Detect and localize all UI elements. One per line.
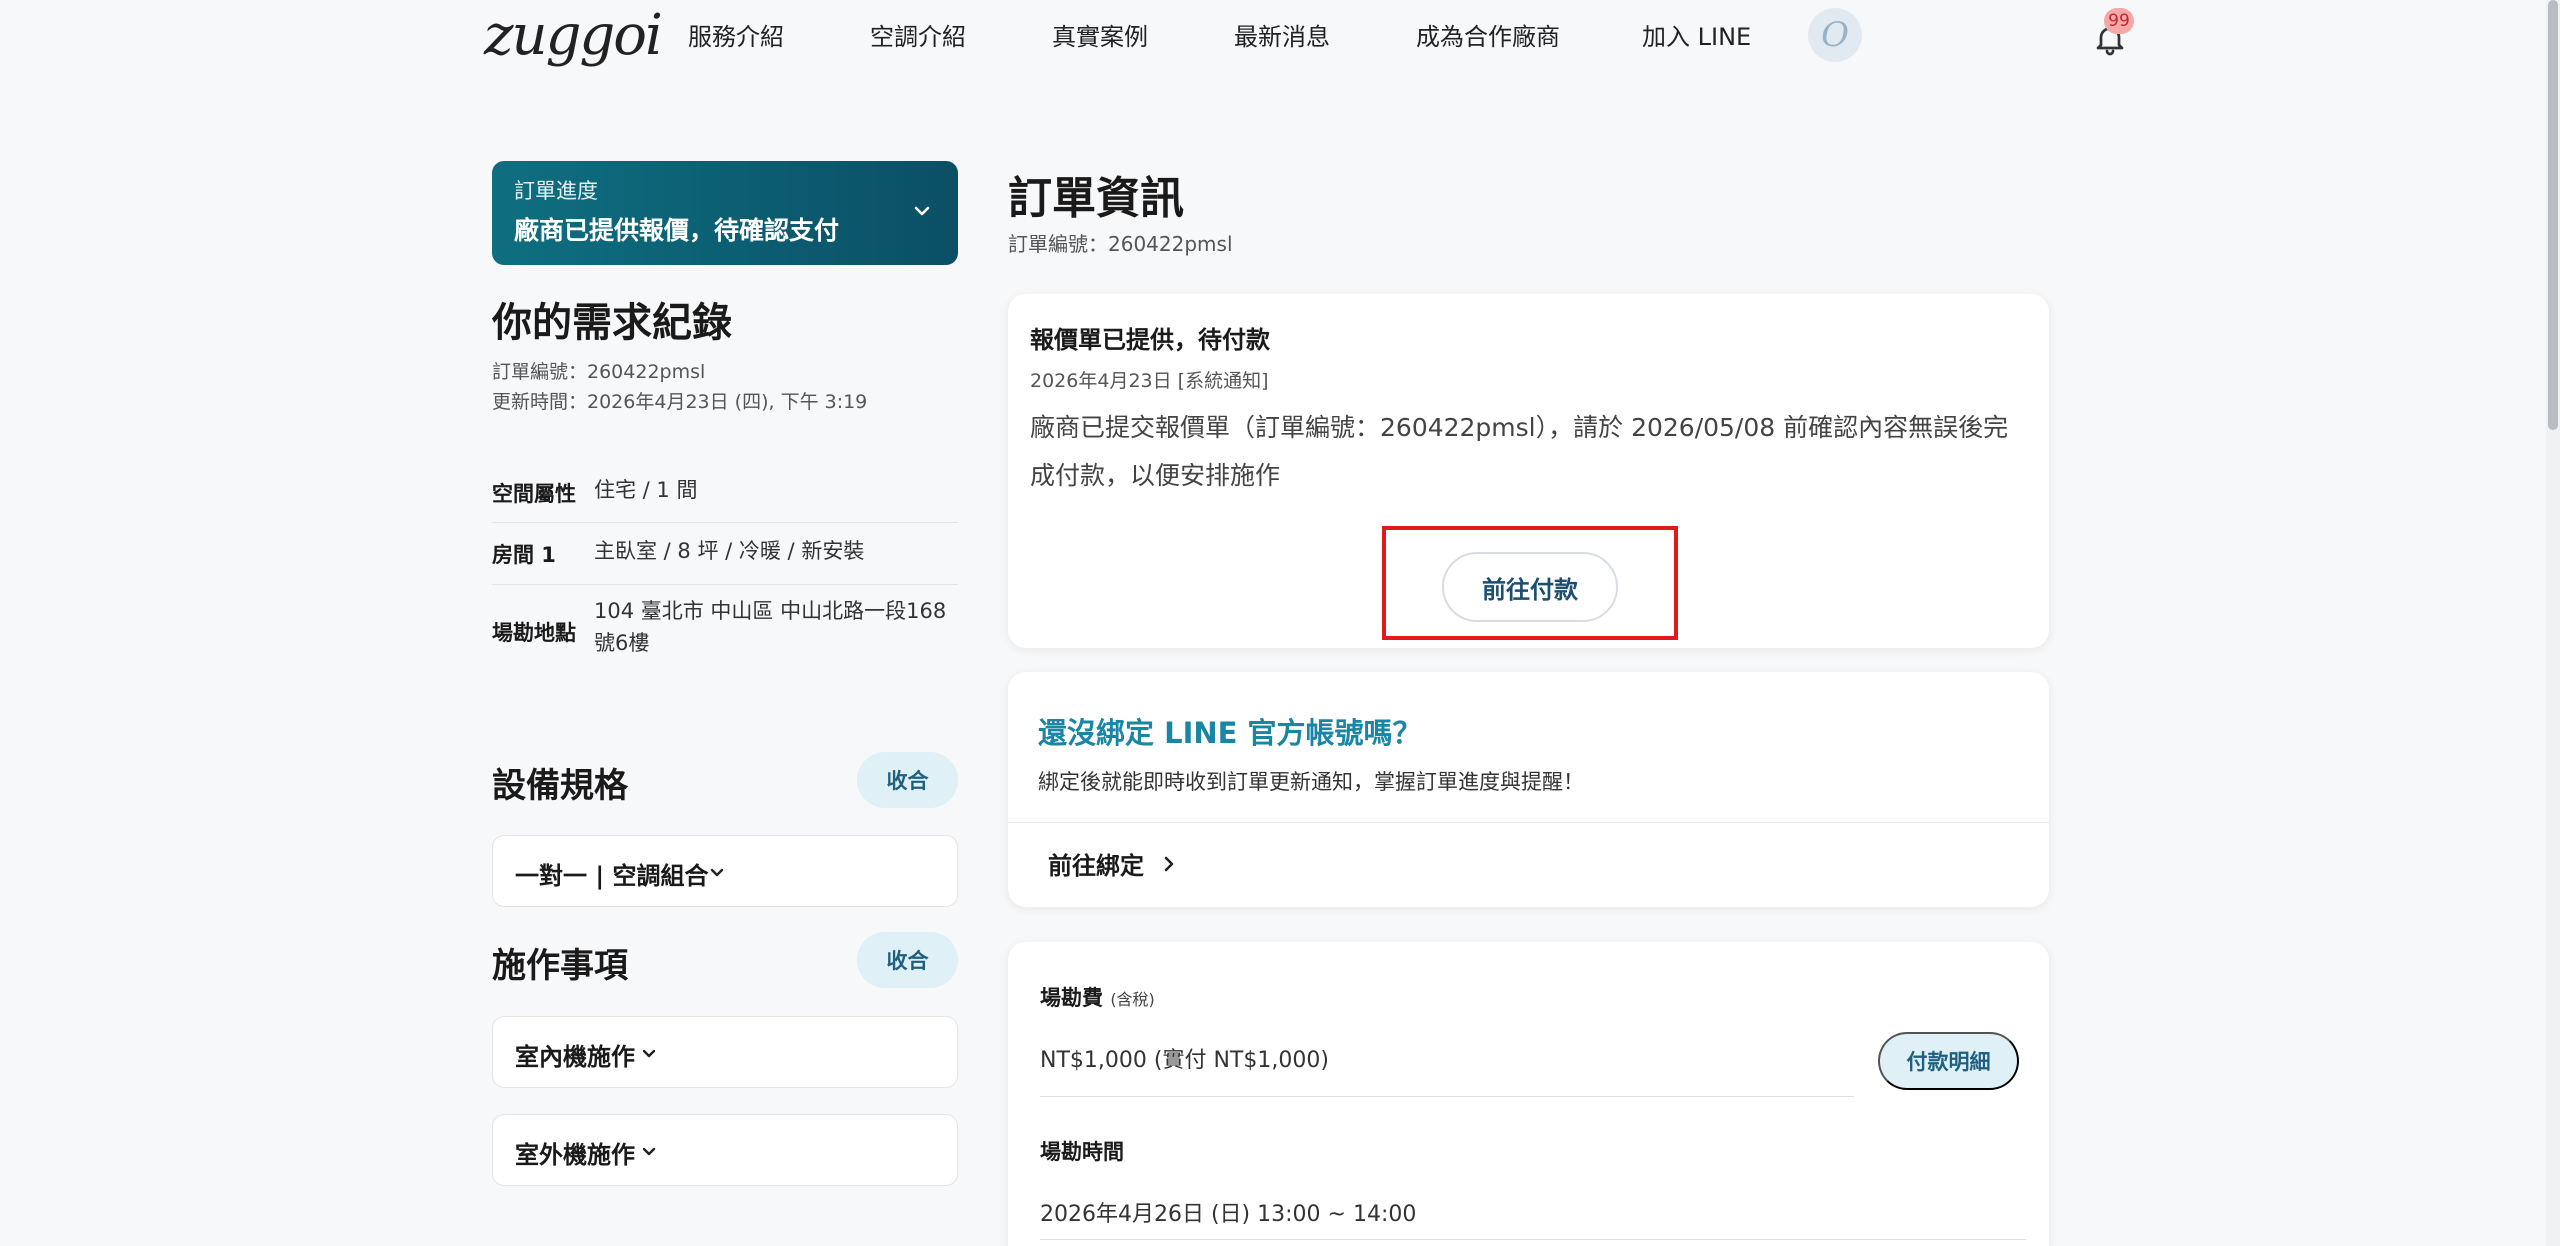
order-progress-dropdown[interactable]: 訂單進度 廠商已提供報價，待確認支付 (492, 161, 958, 265)
indoor-unit-select[interactable]: 室內機施作 (492, 1016, 958, 1088)
nav-aircon[interactable]: 空調介紹 (870, 20, 966, 54)
construction-collapse-button[interactable]: 收合 (857, 932, 958, 988)
equipment-section-title: 設備規格 (492, 766, 628, 806)
progress-status: 廠商已提供報價，待確認支付 (514, 216, 840, 245)
go-bind-line-link[interactable]: 前往綁定 (1048, 846, 1176, 881)
order-info-title: 訂單資訊 (1008, 173, 1184, 224)
divider (1040, 1239, 2026, 1240)
line-binding-subtitle: 綁定後就能即時收到訂單更新通知，掌握訂單進度與提醒！ (1038, 770, 1584, 794)
brand-logo[interactable]: zuggoi (484, 2, 663, 70)
detail-value: 主臥室 / 8 坪 / 冷暖 / 新安裝 (594, 539, 865, 563)
construction-section-title: 施作事項 (492, 946, 628, 986)
sidebar-order-no: 訂單編號：260422pmsl (492, 361, 706, 383)
notice-date: 2026年4月23日 [系統通知] (1030, 370, 1269, 392)
equipment-select-value: 一對一 | 空調組合 (515, 862, 709, 890)
nav-news[interactable]: 最新消息 (1234, 20, 1330, 54)
outdoor-unit-label: 室外機施作 (515, 1141, 635, 1169)
detail-key: 場勘地點 (492, 621, 576, 645)
line-binding-card: 還沒綁定 LINE 官方帳號嗎？ 綁定後就能即時收到訂單更新通知，掌握訂單進度與… (1008, 672, 2049, 907)
detail-value: 104 臺北市 中山區 中山北路一段168號6樓 (594, 599, 947, 655)
tax-note: (含稅) (1110, 990, 1155, 1009)
line-binding-title: 還沒綁定 LINE 官方帳號嗎？ (1038, 716, 1422, 750)
user-avatar[interactable]: O (1808, 8, 1862, 62)
fee-card: 場勘費 (含稅) NT$1,000 (實付 NT$1,000) 付款明細 場勘時… (1008, 942, 2049, 1246)
survey-time-label: 場勘時間 (1040, 1140, 1124, 1164)
equipment-collapse-button[interactable]: 收合 (857, 752, 958, 808)
survey-fee-value: NT$1,000 (實付 NT$1,000) (1040, 1048, 1329, 1073)
outdoor-unit-select[interactable]: 室外機施作 (492, 1114, 958, 1186)
sidebar-updated-time: 更新時間：2026年4月23日 (四), 下午 3:19 (492, 391, 868, 413)
chevron-down-icon (710, 868, 724, 877)
notice-title: 報價單已提供，待付款 (1030, 326, 1270, 354)
survey-time-value: 2026年4月26日 (日) 13:00 ~ 14:00 (1040, 1202, 1417, 1227)
detail-row-address: 場勘地點 104 臺北市 中山區 中山北路一段168號6樓 (492, 585, 958, 675)
go-bind-label: 前往綁定 (1048, 852, 1144, 880)
chevron-down-icon (914, 206, 930, 216)
divider (1008, 822, 2049, 823)
survey-fee-label: 場勘費 (含稅) (1040, 986, 1155, 1010)
chevron-right-icon (1164, 856, 1174, 871)
notice-body: 廠商已提交報價單（訂單編號：260422pmsl），請於 2026/05/08 … (1030, 413, 2009, 490)
nav-services[interactable]: 服務介紹 (688, 20, 784, 54)
scrollbar-thumb[interactable] (2548, 0, 2558, 430)
requirement-title: 你的需求紀錄 (492, 300, 732, 346)
equipment-select[interactable]: 一對一 | 空調組合 (492, 835, 958, 907)
quote-notice-card: 報價單已提供，待付款 2026年4月23日 [系統通知] 廠商已提交報價單（訂單… (1008, 294, 2049, 648)
payment-details-button[interactable]: 付款明細 (1878, 1032, 2019, 1090)
detail-key: 房間 1 (492, 543, 556, 567)
detail-row-space: 空間屬性 住宅 / 1 間 (492, 466, 958, 523)
go-to-payment-button[interactable]: 前往付款 (1442, 552, 1618, 622)
nav-partner[interactable]: 成為合作廠商 (1416, 20, 1560, 54)
divider (1040, 1096, 1854, 1097)
top-navbar: zuggoi 服務介紹 空調介紹 真實案例 最新消息 成為合作廠商 加入 LIN… (0, 0, 2560, 78)
detail-value: 住宅 / 1 間 (594, 478, 698, 502)
nav-cases[interactable]: 真實案例 (1052, 20, 1148, 54)
progress-label: 訂單進度 (514, 179, 598, 203)
detail-key: 空間屬性 (492, 482, 576, 506)
chevron-down-icon (642, 1049, 656, 1058)
notification-badge: 99 (2104, 8, 2134, 34)
main-order-no: 訂單編號：260422pmsl (1008, 232, 1233, 256)
chevron-down-icon (642, 1147, 656, 1156)
indoor-unit-label: 室內機施作 (515, 1043, 635, 1071)
nav-join-line[interactable]: 加入 LINE (1642, 20, 1751, 54)
detail-row-room: 房間 1 主臥室 / 8 坪 / 冷暖 / 新安裝 (492, 523, 958, 585)
